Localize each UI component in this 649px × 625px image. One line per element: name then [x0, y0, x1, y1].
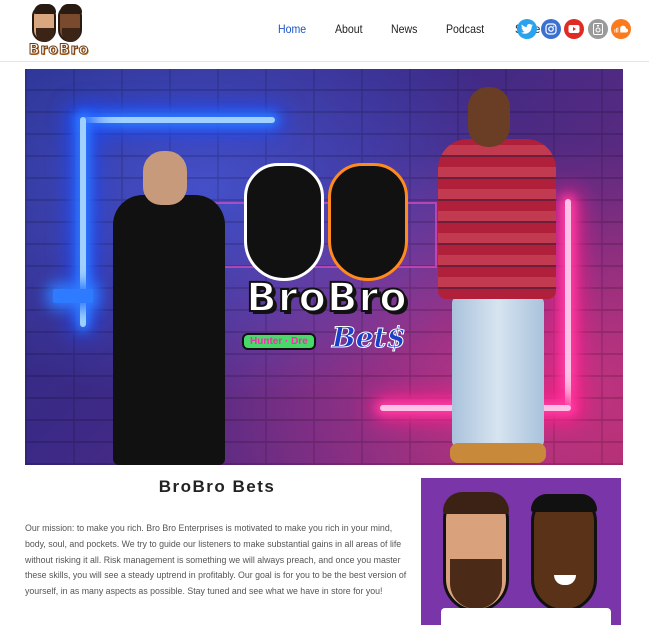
- cartoon-wordmark-partial: [441, 608, 611, 625]
- logo-beard-right: [62, 28, 80, 42]
- section-title: BroBro Bets: [158, 477, 276, 496]
- hero-logo-script: Bet$: [332, 321, 407, 355]
- nav-home-link[interactable]: Home: [278, 22, 306, 42]
- host-left-body: [113, 195, 225, 465]
- logo-hair-right: [60, 4, 82, 14]
- logo-beard-left: [36, 28, 54, 42]
- twitter-icon[interactable]: [517, 19, 537, 39]
- host-right-figure: [430, 87, 565, 465]
- nav-podcast-link[interactable]: Podcast: [446, 22, 484, 42]
- cartoon-beard-left: [450, 559, 502, 609]
- host-left-figure: [113, 151, 225, 465]
- host-right-shoes: [450, 443, 546, 463]
- instagram-icon[interactable]: [540, 19, 561, 39]
- hosts-cartoon-image: [421, 478, 621, 625]
- logo-hair-left: [34, 4, 56, 14]
- mission-text: Our mission: to make you rich. Bro Bro E…: [25, 523, 407, 597]
- cartoon-hair-right: [531, 494, 597, 512]
- host-right-shirt: [438, 139, 556, 299]
- brobro-logo[interactable]: BroBro: [26, 2, 92, 59]
- brobro-bets-logo: BroBro Hunter · Dre Bet$: [232, 163, 422, 363]
- neon-blue-top: [80, 117, 275, 123]
- cartoon-face-right: [531, 494, 597, 612]
- host-right-jeans: [452, 297, 544, 447]
- host-right-head: [468, 87, 510, 147]
- site-header: BroBro Home About News Podcast Store: [0, 0, 649, 62]
- cartoon-hair-left: [443, 492, 509, 514]
- logo-face-hunter: [244, 163, 324, 281]
- itunes-icon[interactable]: [587, 19, 608, 39]
- logo-face-dre: [328, 163, 408, 281]
- youtube-icon[interactable]: [564, 19, 584, 39]
- nav-about-link[interactable]: About: [335, 22, 363, 42]
- hero-logo-names: Hunter · Dre: [242, 333, 316, 350]
- soundcloud-icon[interactable]: [611, 19, 631, 39]
- host-left-head: [143, 151, 187, 205]
- logo-wordmark: BroBro: [28, 42, 90, 59]
- social-links: [517, 19, 635, 39]
- hero-logo-title: BroBro: [245, 274, 408, 322]
- neon-blue-arrow: [53, 289, 93, 303]
- nav-news-link[interactable]: News: [391, 22, 417, 42]
- hero-banner: BroBro Hunter · Dre Bet$: [25, 69, 623, 465]
- cartoon-smile-right: [554, 575, 576, 585]
- cartoon-face-left: [443, 492, 509, 612]
- neon-pink-right: [565, 199, 571, 409]
